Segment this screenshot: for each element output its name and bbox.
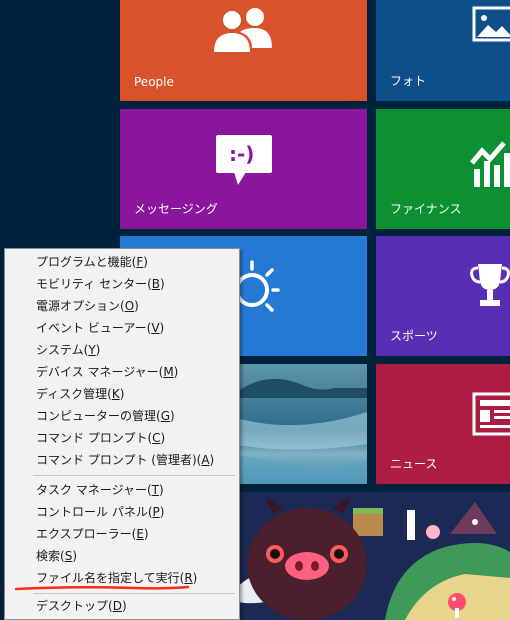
menu-item-command-prompt-admin[interactable]: コマンド プロンプト (管理者)(A) — [5, 449, 239, 471]
tile-sports[interactable]: スポーツ — [376, 236, 510, 356]
menu-item-computer-management[interactable]: コンピューターの管理(G) — [5, 405, 239, 427]
menu-item-search[interactable]: 検索(S) — [5, 545, 239, 567]
tile-photos-label: フォト — [390, 74, 427, 88]
menu-item-explorer[interactable]: エクスプローラー(E) — [5, 523, 239, 545]
tile-photos[interactable]: フォト — [376, 0, 510, 101]
menu-item-power-options[interactable]: 電源オプション(O) — [5, 295, 239, 317]
message-bubble-icon: :-) — [216, 135, 272, 185]
tile-messaging[interactable]: :-) メッセージング — [120, 109, 367, 229]
menu-item-task-manager[interactable]: タスク マネージャー(T) — [5, 479, 239, 501]
tile-messaging-label: メッセージング — [134, 202, 218, 216]
tile-sports-label: スポーツ — [390, 329, 438, 343]
tile-people-label: People — [134, 75, 174, 89]
menu-item-command-prompt[interactable]: コマンド プロンプト(C) — [5, 427, 239, 449]
tile-finance[interactable]: ファイナンス — [376, 109, 510, 229]
menu-item-desktop[interactable]: デスクトップ(D) — [5, 595, 239, 617]
tile-people[interactable]: People — [120, 0, 367, 101]
menu-item-programs-features[interactable]: プログラムと機能(F) — [5, 251, 239, 273]
photo-icon — [472, 6, 510, 42]
tile-news[interactable]: ニュース — [376, 364, 510, 484]
chart-icon — [470, 141, 510, 187]
menu-item-system[interactable]: システム(Y) — [5, 339, 239, 361]
wallpaper-scene — [235, 492, 510, 620]
red-underline-annotation — [14, 585, 190, 591]
menu-item-event-viewer[interactable]: イベント ビューアー(V) — [5, 317, 239, 339]
menu-item-control-panel[interactable]: コントロール パネル(P) — [5, 501, 239, 523]
menu-separator — [33, 475, 235, 476]
people-icon — [214, 8, 272, 52]
newspaper-icon — [472, 392, 510, 436]
menu-item-disk-management[interactable]: ディスク管理(K) — [5, 383, 239, 405]
tile-finance-label: ファイナンス — [390, 202, 462, 216]
svg-text::-): :-) — [229, 142, 254, 166]
winx-context-menu: プログラムと機能(F) モビリティ センター(B) 電源オプション(O) イベン… — [4, 248, 240, 620]
menu-separator — [33, 593, 235, 594]
menu-item-mobility-center[interactable]: モビリティ センター(B) — [5, 273, 239, 295]
trophy-icon — [470, 264, 510, 306]
tile-news-label: ニュース — [390, 457, 438, 471]
menu-item-device-manager[interactable]: デバイス マネージャー(M) — [5, 361, 239, 383]
